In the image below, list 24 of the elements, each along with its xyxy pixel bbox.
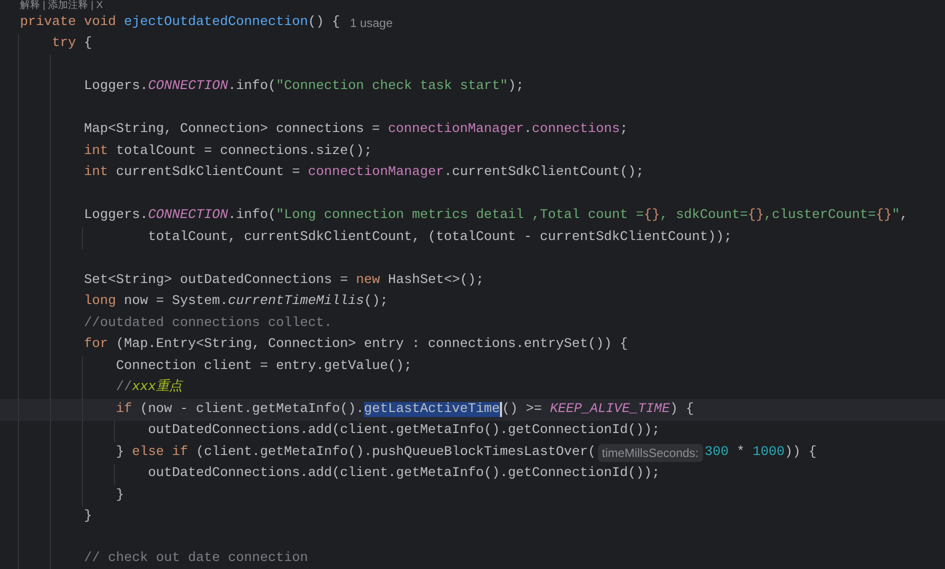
code-text: int currentSdkClientCount = connectionManager.currentSdkClientCount(); bbox=[84, 164, 644, 182]
code-text: int totalCount = connections.size(); bbox=[84, 142, 372, 161]
code-text: } else if (client.getMetaInfo().pushQueueBlockTimesLastOver( bbox=[116, 444, 596, 462]
code-text: Loggers.CONNECTION.info("Long connection metrics detail ,Total count ={}, sdkCount={},clusterCount={}", bbox=[84, 207, 908, 226]
usage-hint[interactable]: 1 usage bbox=[350, 14, 393, 32]
code-text: private void ejectOutdatedConnection() { bbox=[20, 14, 340, 32]
code-text: for (Map.Entry<String, Connection> entry : connections.entrySet()) { bbox=[84, 336, 628, 354]
code-text: Loggers.CONNECTION.info("Connection check task start"); bbox=[84, 78, 524, 96]
code-text: Map<String, Connection> connections = connectionManager.connections; bbox=[84, 121, 628, 140]
code-text: outDatedConnections.add(client.getMetaInfo().getConnectionId()); bbox=[148, 422, 660, 440]
code-text: long now = System.currentTimeMillis(); bbox=[84, 293, 388, 312]
code-text: 300 * 1000)) { bbox=[704, 444, 817, 462]
code-text: } bbox=[116, 486, 124, 505]
code-text: outDatedConnections.add(client.getMetaInfo().getConnectionId()); bbox=[148, 465, 660, 484]
code-text: Set<String> outDatedConnections = new HashSet<>(); bbox=[84, 272, 484, 290]
parameter-hint: timeMillsSeconds: bbox=[598, 444, 703, 462]
code-text: // check out date connection bbox=[84, 550, 308, 568]
code-text: if (now - client.getMetaInfo().getLastActiveTime() >= KEEP_ALIVE_TIME) { bbox=[116, 400, 694, 419]
code-text: //outdated connections collect. bbox=[84, 314, 332, 333]
code-text: try { bbox=[52, 35, 92, 54]
code-text: totalCount, currentSdkClientCount, (totalCount - currentSdkClientCount)); bbox=[148, 228, 732, 247]
code-text: //xxx重点 bbox=[116, 378, 182, 398]
code-text: } bbox=[84, 508, 92, 526]
code-text: Connection client = entry.getValue(); bbox=[116, 358, 412, 376]
